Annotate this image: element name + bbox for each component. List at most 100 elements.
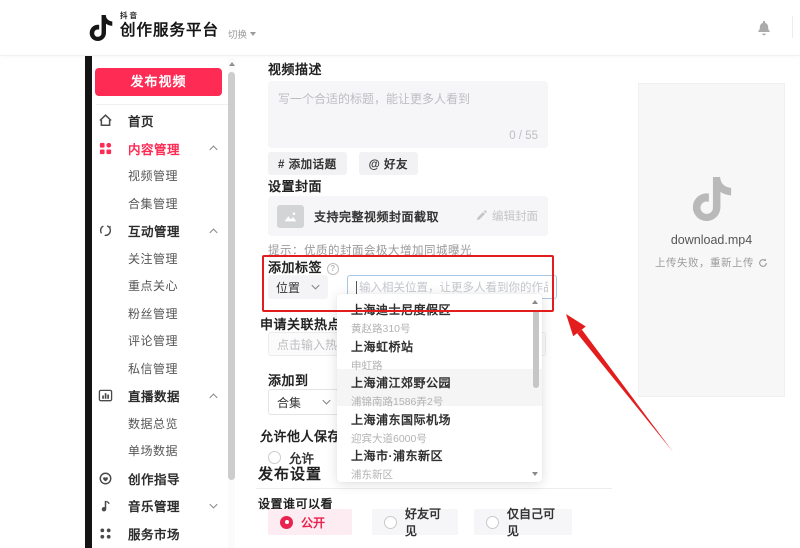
sidebar-item-data-overview[interactable]: 数据总览 <box>92 410 236 438</box>
sidebar-scrollbar-thumb[interactable] <box>228 72 235 480</box>
sidebar-item-live-data[interactable]: 直播数据 <box>92 382 236 410</box>
visibility-option-public[interactable]: 公开 <box>268 509 352 535</box>
tags-label: 添加标签? <box>268 257 339 276</box>
sidebar-item-home[interactable]: 首页 <box>92 107 236 135</box>
sidebar-item-follow-mgmt[interactable]: 关注管理 <box>92 245 236 273</box>
scrollbar-up-arrow-icon[interactable] <box>532 300 538 304</box>
sidebar-left-edge <box>85 56 92 548</box>
sidebar-item-single-data[interactable]: 单场数据 <box>92 437 236 465</box>
sidebar: 发布视频 首页 内容管理 视频管理 合集管理 互动管理 关注管理 重点关心 粉丝… <box>92 56 236 548</box>
description-actions: # 添加话题 @ 好友 <box>268 152 418 175</box>
notification-bell-icon[interactable] <box>754 16 774 38</box>
image-placeholder-icon <box>277 205 304 228</box>
sidebar-item-dm-mgmt[interactable]: 私信管理 <box>92 355 236 383</box>
publish-video-button[interactable]: 发布视频 <box>95 68 222 96</box>
sidebar-item-content-mgmt[interactable]: 内容管理 <box>92 135 236 163</box>
sidebar-item-label: 创作指导 <box>128 469 180 488</box>
sidebar-item-label: 服务市场 <box>128 524 180 543</box>
upload-status[interactable]: 上传失败，重新上传 <box>655 255 768 270</box>
sidebar-item-label: 音乐管理 <box>128 496 180 515</box>
question-icon[interactable]: ? <box>327 263 339 275</box>
header-divider <box>792 16 793 38</box>
visibility-option-label: 仅自己可见 <box>507 505 560 539</box>
scrollbar-down-arrow-icon[interactable] <box>532 472 538 476</box>
cover-hint: 提示：优质的封面会极大增加同城曝光 <box>268 242 472 258</box>
sidebar-item-label: 互动管理 <box>128 221 180 240</box>
location-suggestion-item[interactable]: 上海虹桥站 申虹路 <box>337 333 542 370</box>
edit-cover-label: 编辑封面 <box>492 208 538 224</box>
cover-box[interactable]: 支持完整视频封面截取 编辑封面 <box>268 196 548 236</box>
sidebar-item-fans-mgmt[interactable]: 粉丝管理 <box>92 300 236 328</box>
radio-icon <box>486 516 499 529</box>
chevron-down-icon <box>209 503 218 509</box>
edit-cover-button[interactable]: 编辑封面 <box>475 208 538 224</box>
mention-friend-button[interactable]: @ 好友 <box>359 152 418 175</box>
tags-label-text: 添加标签 <box>268 260 322 275</box>
video-placeholder-note-icon <box>690 177 734 221</box>
dropdown-scrollbar-thumb[interactable] <box>533 310 539 388</box>
sidebar-item-music-mgmt[interactable]: 音乐管理 <box>92 492 236 520</box>
sidebar-item-label: 视频管理 <box>128 167 178 184</box>
cover-label: 设置封面 <box>268 176 322 195</box>
tag-type-select[interactable]: 位置 <box>268 275 328 299</box>
brand-small-label: 抖音 <box>120 12 219 20</box>
radio-selected-icon <box>280 516 293 529</box>
visibility-option-label: 公开 <box>301 514 325 531</box>
radio-icon <box>384 516 397 529</box>
add-topic-button[interactable]: # 添加话题 <box>268 152 347 175</box>
sidebar-item-key-care[interactable]: 重点关心 <box>92 272 236 300</box>
tag-type-value: 位置 <box>276 279 300 296</box>
add-to-label: 添加到 <box>268 370 309 389</box>
page-title: 创作服务平台 <box>120 23 219 39</box>
description-textarea[interactable]: 写一个合适的标题，能让更多人看到 0 / 55 <box>268 81 548 148</box>
visibility-options: 公开 好友可见 仅自己可见 <box>268 509 572 535</box>
location-suggestion-item[interactable]: 上海市·浦东新区 浦东新区 <box>337 442 542 479</box>
scrollbar-up-arrow-icon[interactable] <box>229 62 235 66</box>
sidebar-item-label: 首页 <box>128 111 154 130</box>
guide-heart-icon <box>98 471 113 486</box>
location-title: 上海浦东国际机场 <box>351 411 528 428</box>
text-caret <box>356 281 357 294</box>
sidebar-item-label: 重点关心 <box>128 277 178 294</box>
chevron-down-icon <box>250 32 256 36</box>
douyin-logo-icon <box>88 13 114 43</box>
location-suggestions-dropdown: 上海迪士尼度假区 黄赵路310号 上海虹桥站 申虹路 上海浦江郊野公园 浦锦南路… <box>337 294 542 482</box>
sidebar-item-label: 私信管理 <box>128 360 178 377</box>
logo[interactable]: 抖音 创作服务平台 切换 <box>88 12 256 43</box>
description-placeholder: 写一个合适的标题，能让更多人看到 <box>278 90 470 107</box>
publish-settings-heading: 发布设置 <box>258 463 322 484</box>
collection-select[interactable]: 合集 <box>268 389 340 415</box>
upload-filename: download.mp4 <box>671 233 752 247</box>
sidebar-item-collection-mgmt[interactable]: 合集管理 <box>92 190 236 218</box>
bar-chart-icon <box>98 388 113 403</box>
sidebar-item-label: 评论管理 <box>128 332 178 349</box>
location-suggestion-item[interactable]: 上海迪士尼度假区 黄赵路310号 <box>337 296 542 333</box>
sidebar-item-interaction-mgmt[interactable]: 互动管理 <box>92 217 236 245</box>
sidebar-item-label: 数据总览 <box>128 415 178 432</box>
header: 抖音 创作服务平台 切换 <box>0 0 800 56</box>
retry-refresh-icon[interactable] <box>758 258 768 268</box>
location-suggestion-item[interactable]: 上海浦江郊野公园 浦锦南路1586弄2号 <box>337 369 542 406</box>
video-preview-card: download.mp4 上传失败，重新上传 <box>638 83 785 397</box>
chevron-down-icon <box>311 284 320 290</box>
chevron-up-icon <box>209 393 218 399</box>
sidebar-item-comment-mgmt[interactable]: 评论管理 <box>92 327 236 355</box>
hotspot-label-text: 申请关联热点 <box>260 317 341 332</box>
visibility-option-private[interactable]: 仅自己可见 <box>474 509 572 535</box>
chevron-up-icon <box>209 228 218 234</box>
sidebar-item-service-market[interactable]: 服务市场 <box>92 520 236 548</box>
sidebar-menu: 首页 内容管理 视频管理 合集管理 互动管理 关注管理 重点关心 粉丝管理 评论… <box>92 107 236 548</box>
tag-row: 位置 输入相关位置，让更多人看到你的作品 <box>268 275 328 299</box>
location-suggestion-item[interactable]: 上海浦东国际机场 迎宾大道6000号 <box>337 406 542 443</box>
description-label: 视频描述 <box>268 59 322 78</box>
sidebar-item-creation-guide[interactable]: 创作指导 <box>92 465 236 493</box>
visibility-option-friends[interactable]: 好友可见 <box>372 509 458 535</box>
location-title: 上海虹桥站 <box>351 338 528 355</box>
chevron-up-icon <box>209 145 218 151</box>
section-divider <box>256 488 612 489</box>
sidebar-item-video-mgmt[interactable]: 视频管理 <box>92 162 236 190</box>
account-switch[interactable]: 切换 <box>228 27 256 41</box>
collection-select-value: 合集 <box>277 394 301 411</box>
pencil-icon <box>475 210 487 222</box>
chevron-down-icon <box>322 399 331 405</box>
